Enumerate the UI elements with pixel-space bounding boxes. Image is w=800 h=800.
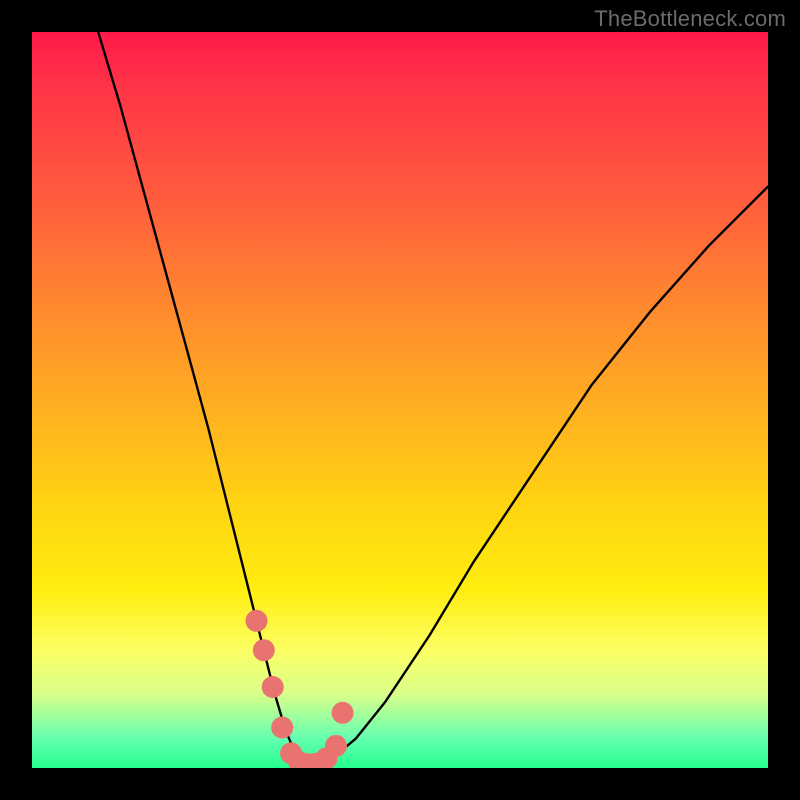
chart-frame: TheBottleneck.com bbox=[0, 0, 800, 800]
marker-dot bbox=[271, 717, 293, 739]
marker-dot bbox=[332, 702, 354, 724]
bottleneck-markers bbox=[246, 610, 354, 768]
marker-dot bbox=[325, 735, 347, 757]
marker-dot bbox=[253, 639, 275, 661]
watermark-text: TheBottleneck.com bbox=[594, 6, 786, 32]
marker-dot bbox=[246, 610, 268, 632]
marker-dot bbox=[262, 676, 284, 698]
bottleneck-curve bbox=[98, 32, 768, 764]
chart-svg bbox=[32, 32, 768, 768]
plot-area bbox=[32, 32, 768, 768]
